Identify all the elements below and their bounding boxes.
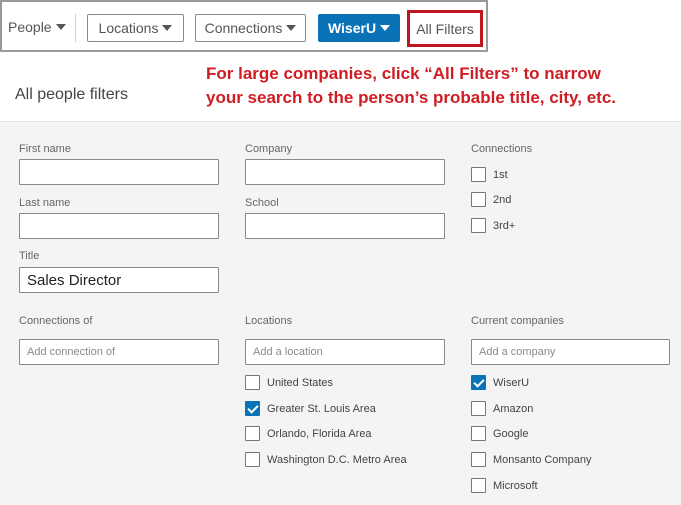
locations-filter-button[interactable]: Locations: [87, 14, 184, 42]
location-checkbox-orlando[interactable]: [245, 426, 260, 441]
company-checkbox-microsoft[interactable]: [471, 478, 486, 493]
company-checkbox-google[interactable]: [471, 426, 486, 441]
location-checkbox-greater-st-louis[interactable]: [245, 401, 260, 416]
toolbar-divider: [75, 14, 76, 42]
wiseru-filter-button[interactable]: WiserU: [318, 14, 400, 42]
company-option-label: WiserU: [493, 377, 530, 389]
last-name-label: Last name: [19, 197, 71, 209]
school-input[interactable]: [245, 213, 445, 239]
filter-toolbar: People Locations Connections WiserU All …: [0, 0, 488, 52]
company-checkbox-monsanto[interactable]: [471, 452, 486, 467]
company-checkbox-wiseru[interactable]: [471, 375, 486, 390]
connection-option-label: 1st: [493, 169, 508, 181]
connections-label: Connections: [471, 143, 533, 155]
current-companies-input[interactable]: Add a company: [471, 339, 670, 365]
company-input[interactable]: [245, 159, 445, 185]
locations-label: Locations: [245, 315, 293, 327]
title-label: Title: [19, 250, 40, 262]
school-label: School: [245, 197, 279, 209]
connection-option-label: 3rd+: [493, 220, 516, 232]
connection-checkbox-1st[interactable]: [471, 167, 486, 182]
title-input[interactable]: Sales Director: [19, 267, 219, 293]
company-option-label: Monsanto Company: [493, 454, 592, 466]
locations-filter-label: Locations: [98, 20, 159, 36]
company-label: Company: [245, 143, 293, 155]
connections-of-input[interactable]: Add connection of: [19, 339, 219, 365]
connections-filter-button[interactable]: Connections: [195, 14, 306, 42]
company-option-label: Amazon: [493, 403, 534, 415]
locations-input[interactable]: Add a location: [245, 339, 445, 365]
wiseru-filter-label: WiserU: [327, 20, 377, 36]
callout-line-2: your search to the person’s probable tit…: [206, 88, 616, 107]
connections-filter-label: Connections: [204, 20, 283, 36]
caret-down-icon: [55, 24, 66, 30]
connection-option-label: 2nd: [493, 194, 512, 206]
company-option-label: Google: [493, 428, 529, 440]
all-filters-button[interactable]: All Filters: [407, 10, 483, 47]
caret-down-icon: [286, 25, 297, 31]
callout-line-1: For large companies, click “All Filters”…: [206, 64, 601, 83]
last-name-input[interactable]: [19, 213, 219, 239]
caret-down-icon: [380, 25, 391, 31]
first-name-label: First name: [19, 143, 71, 155]
callout-annotation: For large companies, click “All Filters”…: [206, 62, 676, 110]
people-label: People: [8, 19, 52, 35]
company-checkbox-amazon[interactable]: [471, 401, 486, 416]
all-filters-label: All Filters: [416, 20, 474, 37]
current-companies-label: Current companies: [471, 315, 564, 327]
connection-checkbox-2nd[interactable]: [471, 192, 486, 207]
location-option-label: Washington D.C. Metro Area: [267, 454, 407, 466]
panel-title: All people filters: [15, 86, 128, 103]
first-name-input[interactable]: [19, 159, 219, 185]
location-option-label: Orlando, Florida Area: [267, 428, 372, 440]
connection-checkbox-3rd[interactable]: [471, 218, 486, 233]
connections-of-label: Connections of: [19, 315, 93, 327]
people-dropdown[interactable]: People: [8, 19, 66, 35]
company-option-label: Microsoft: [493, 480, 538, 492]
location-option-label: Greater St. Louis Area: [267, 403, 376, 415]
caret-down-icon: [162, 25, 173, 31]
location-option-label: United States: [267, 377, 334, 389]
location-checkbox-united-states[interactable]: [245, 375, 260, 390]
location-checkbox-washington-dc[interactable]: [245, 452, 260, 467]
